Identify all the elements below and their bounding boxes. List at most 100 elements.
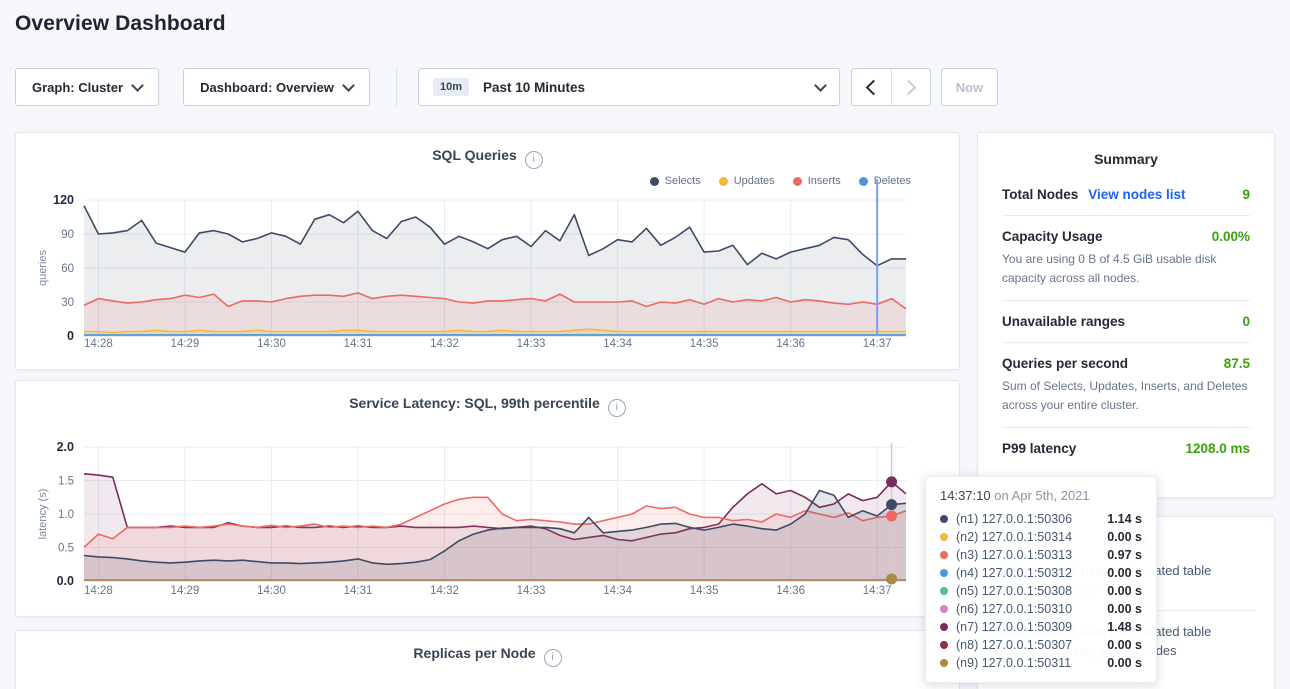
tooltip-node-value: 0.00 s	[1107, 530, 1142, 544]
svg-text:1.0: 1.0	[58, 509, 74, 521]
svg-text:120: 120	[53, 193, 74, 207]
svg-text:14:28: 14:28	[84, 338, 113, 350]
node-color-dot-icon	[940, 551, 948, 559]
range-step-buttons	[851, 68, 931, 106]
svg-text:14:31: 14:31	[344, 585, 373, 597]
unavailable-ranges-row: Unavailable ranges 0	[1002, 314, 1250, 329]
capacity-usage-description: You are using 0 B of 4.5 GiB usable disk…	[1002, 250, 1250, 287]
node-color-dot-icon	[940, 533, 948, 541]
overview-dashboard-page: Overview Dashboard Graph: Cluster Dashbo…	[0, 0, 1290, 689]
tooltip-node-address: (n6) 127.0.0.1:50310	[956, 602, 1107, 616]
svg-text:14:29: 14:29	[171, 585, 200, 597]
view-nodes-list-link[interactable]: View nodes list	[1088, 187, 1242, 202]
svg-text:14:34: 14:34	[603, 338, 632, 350]
service-latency-panel: Service Latency: SQL, 99th percentilei 1…	[15, 380, 960, 617]
sql-queries-chart[interactable]: 14:2814:2914:3014:3114:3214:3314:3414:35…	[16, 133, 961, 371]
chevron-down-icon	[342, 79, 355, 92]
summary-panel: Summary Total Nodes View nodes list 9 Ca…	[977, 132, 1275, 498]
tooltip-node-address: (n9) 127.0.0.1:50311	[956, 656, 1107, 670]
svg-text:14:30: 14:30	[257, 585, 286, 597]
tooltip-node-address: (n1) 127.0.0.1:50306	[956, 512, 1107, 526]
tooltip-row: (n4) 127.0.0.1:503120.00 s	[940, 564, 1142, 582]
node-color-dot-icon	[940, 515, 948, 523]
sql-queries-panel: SQL Queriesi SelectsUpdatesInsertsDelete…	[15, 132, 960, 370]
tooltip-row: (n7) 127.0.0.1:503091.48 s	[940, 618, 1142, 636]
chevron-right-icon	[901, 79, 917, 95]
queries-per-second-value: 87.5	[1224, 356, 1250, 371]
svg-text:14:31: 14:31	[344, 338, 373, 350]
svg-text:14:30: 14:30	[257, 338, 286, 350]
p99-latency-value: 1208.0 ms	[1185, 441, 1250, 456]
p99-latency-label: P99 latency	[1002, 441, 1185, 456]
tooltip-node-address: (n3) 127.0.0.1:50313	[956, 548, 1107, 562]
tooltip-row: (n8) 127.0.0.1:503070.00 s	[940, 636, 1142, 654]
svg-text:0.0: 0.0	[57, 574, 74, 588]
chevron-down-icon	[131, 79, 144, 92]
info-icon[interactable]: i	[544, 649, 562, 667]
node-color-dot-icon	[940, 623, 948, 631]
replicas-per-node-title: Replicas per Nodei	[16, 645, 959, 667]
tooltip-node-value: 0.00 s	[1107, 584, 1142, 598]
tooltip-node-value: 0.00 s	[1107, 638, 1142, 652]
tooltip-row: (n5) 127.0.0.1:503080.00 s	[940, 582, 1142, 600]
tooltip-node-value: 0.00 s	[1107, 656, 1142, 670]
chart-hover-tooltip: 14:37:10 on Apr 5th, 2021 (n1) 127.0.0.1…	[925, 476, 1157, 683]
svg-text:14:37: 14:37	[863, 338, 892, 350]
replicas-per-node-panel: Replicas per Nodei	[15, 630, 960, 689]
tooltip-rows: (n1) 127.0.0.1:503061.14 s(n2) 127.0.0.1…	[940, 510, 1142, 672]
node-color-dot-icon	[940, 587, 948, 595]
controls-divider	[396, 68, 397, 106]
tooltip-row: (n3) 127.0.0.1:503130.97 s	[940, 546, 1142, 564]
svg-text:14:37: 14:37	[863, 585, 892, 597]
time-range-dropdown[interactable]: 10m Past 10 Minutes	[418, 68, 840, 106]
range-badge: 10m	[433, 78, 469, 96]
svg-text:0: 0	[67, 329, 74, 343]
svg-text:14:32: 14:32	[430, 338, 459, 350]
tooltip-node-value: 1.14 s	[1107, 512, 1142, 526]
svg-text:14:34: 14:34	[603, 585, 632, 597]
svg-text:14:35: 14:35	[690, 338, 719, 350]
tooltip-node-value: 1.48 s	[1107, 620, 1142, 634]
range-label: Past 10 Minutes	[483, 80, 806, 95]
node-color-dot-icon	[940, 569, 948, 577]
total-nodes-value: 9	[1242, 187, 1250, 202]
chevron-left-icon	[865, 79, 881, 95]
svg-text:14:32: 14:32	[430, 585, 459, 597]
tooltip-row: (n1) 127.0.0.1:503061.14 s	[940, 510, 1142, 528]
tooltip-row: (n9) 127.0.0.1:503110.00 s	[940, 654, 1142, 672]
svg-text:14:28: 14:28	[84, 585, 113, 597]
divider	[1002, 427, 1250, 428]
divider	[1002, 342, 1250, 343]
divider	[1002, 215, 1250, 216]
tooltip-node-value: 0.00 s	[1107, 566, 1142, 580]
service-latency-chart[interactable]: 14:2814:2914:3014:3114:3214:3314:3414:35…	[16, 381, 961, 618]
capacity-usage-value: 0.00%	[1212, 229, 1250, 244]
svg-text:14:36: 14:36	[776, 338, 805, 350]
unavailable-ranges-label: Unavailable ranges	[1002, 314, 1242, 329]
svg-text:latency (s): latency (s)	[37, 489, 49, 540]
svg-text:30: 30	[61, 297, 74, 309]
svg-text:14:33: 14:33	[517, 338, 546, 350]
graph-scope-dropdown[interactable]: Graph: Cluster	[15, 68, 159, 106]
now-button[interactable]: Now	[941, 68, 998, 106]
divider	[1002, 300, 1250, 301]
svg-text:14:35: 14:35	[690, 585, 719, 597]
svg-text:0.5: 0.5	[58, 543, 74, 555]
summary-title: Summary	[1002, 151, 1250, 167]
svg-text:queries: queries	[37, 249, 49, 286]
total-nodes-row: Total Nodes View nodes list 9	[1002, 187, 1250, 202]
dashboard-label: Dashboard: Overview	[200, 80, 334, 95]
dashboard-dropdown[interactable]: Dashboard: Overview	[183, 68, 370, 106]
queries-per-second-row: Queries per second 87.5	[1002, 356, 1250, 371]
svg-text:60: 60	[61, 263, 74, 275]
unavailable-ranges-value: 0	[1242, 314, 1250, 329]
capacity-usage-row: Capacity Usage 0.00%	[1002, 229, 1250, 244]
prev-range-button[interactable]	[852, 69, 891, 105]
next-range-button[interactable]	[891, 69, 931, 105]
svg-text:2.0: 2.0	[57, 440, 74, 454]
node-color-dot-icon	[940, 641, 948, 649]
tooltip-node-address: (n5) 127.0.0.1:50308	[956, 584, 1107, 598]
total-nodes-label: Total Nodes	[1002, 187, 1078, 202]
tooltip-row: (n6) 127.0.0.1:503100.00 s	[940, 600, 1142, 618]
tooltip-node-value: 0.97 s	[1107, 548, 1142, 562]
